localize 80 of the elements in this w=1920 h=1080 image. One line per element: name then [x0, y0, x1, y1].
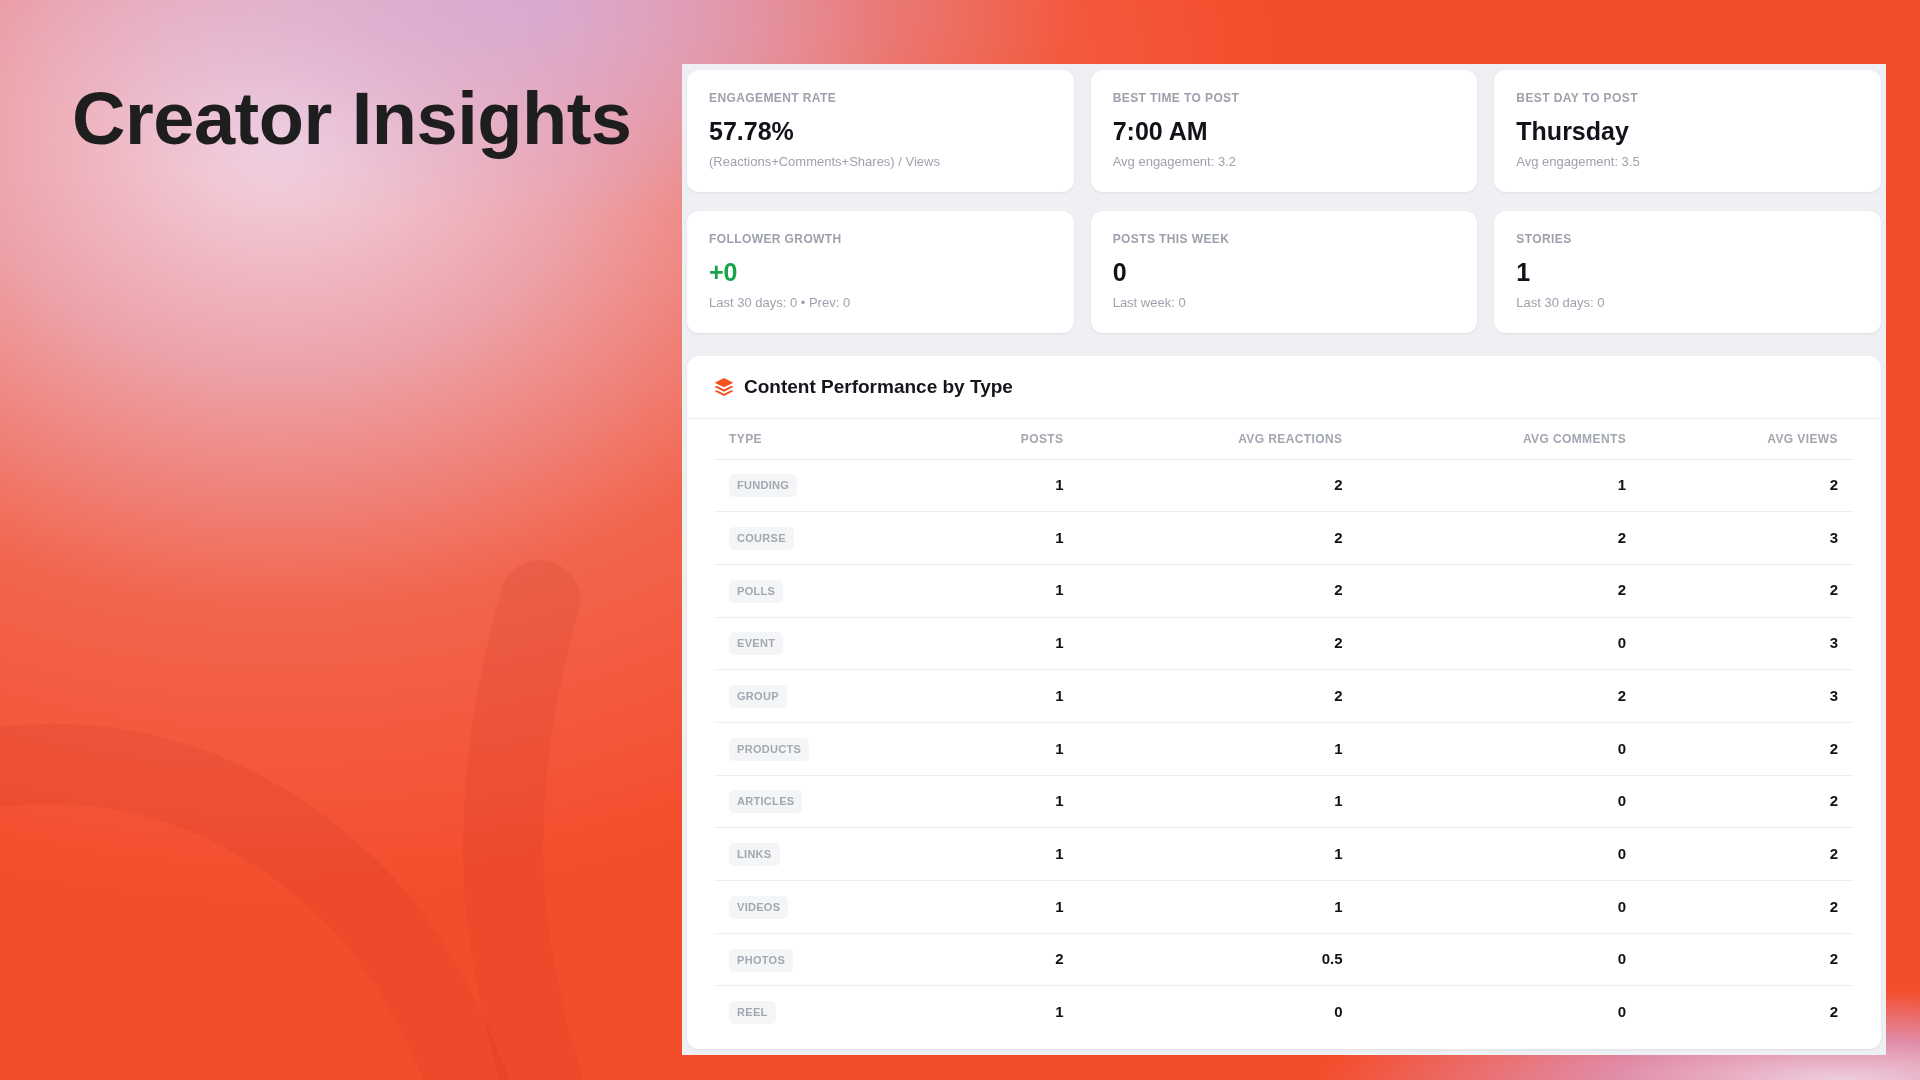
- column-header: AVG REACTIONS: [1078, 419, 1358, 459]
- stat-label: BEST TIME TO POST: [1112, 90, 1241, 106]
- table-cell: 0: [1357, 933, 1642, 986]
- table-title: Content Performance by Type: [744, 374, 1013, 399]
- stat-note: Last week: 0: [1112, 294, 1187, 312]
- table-cell: 1: [907, 827, 1079, 881]
- table-cell: 1: [907, 564, 1079, 618]
- table-cell: 0.5: [1078, 933, 1358, 986]
- content-type-tag: EVENT: [729, 632, 784, 656]
- table-cell: 0: [1078, 985, 1358, 1039]
- table-cell: 3: [1641, 669, 1853, 723]
- content-type-tag: REEL: [729, 1001, 776, 1025]
- table-cell: 1: [907, 722, 1079, 776]
- table-cell: 2: [1641, 459, 1853, 512]
- stat-value: 0: [1112, 257, 1128, 287]
- table-cell: 1: [1078, 827, 1358, 881]
- stat-value: 1: [1516, 257, 1532, 287]
- stat-value: 7:00 AM: [1112, 116, 1209, 146]
- content-type-tag: PRODUCTS: [729, 737, 810, 761]
- table-cell: 1: [907, 669, 1079, 723]
- layers-icon: [714, 378, 734, 396]
- table-cell: 0: [1357, 722, 1642, 776]
- table-cell: 2: [907, 933, 1079, 986]
- column-header: TYPE: [714, 419, 908, 459]
- stat-note: Avg engagement: 3.2: [1112, 153, 1237, 171]
- content-type-tag: PHOTOS: [729, 948, 794, 972]
- stat-value: Thursday: [1516, 116, 1630, 146]
- table-cell: 2: [1641, 880, 1853, 934]
- table-cell: 2: [1078, 617, 1358, 670]
- content-type-tag: ARTICLES: [729, 790, 803, 814]
- table-cell: 0: [1357, 617, 1642, 670]
- stat-label: ENGAGEMENT RATE: [709, 90, 838, 106]
- table-cell: 3: [1641, 511, 1853, 565]
- stat-label: FOLLOWER GROWTH: [709, 231, 843, 247]
- stat-note: Last 30 days: 0 • Prev: 0: [709, 294, 852, 312]
- content-type-tag: LINKS: [729, 843, 780, 867]
- content-type-tag: POLLS: [729, 579, 784, 603]
- table-cell: 3: [1641, 617, 1853, 670]
- stat-label: STORIES: [1516, 231, 1573, 247]
- stat-label: POSTS THIS WEEK: [1112, 231, 1231, 247]
- table-cell: 1: [1357, 459, 1642, 512]
- table-cell: 1: [907, 775, 1079, 828]
- table-cell: 0: [1357, 775, 1642, 828]
- column-header: AVG VIEWS: [1641, 419, 1853, 459]
- table-cell: 1: [1078, 880, 1358, 934]
- table-cell: 0: [1357, 985, 1642, 1039]
- table-cell: 1: [907, 511, 1079, 565]
- stat-note: Avg engagement: 3.5: [1516, 153, 1641, 171]
- stat-value: 57.78%: [709, 116, 795, 146]
- table-cell: 1: [907, 617, 1079, 670]
- table-cell: 1: [1078, 722, 1358, 776]
- table-cell: 2: [1357, 564, 1642, 618]
- table-cell: 2: [1641, 933, 1853, 986]
- table-cell: 2: [1641, 985, 1853, 1039]
- table-cell: 2: [1641, 564, 1853, 618]
- table-cell: 2: [1641, 722, 1853, 776]
- table-cell: 2: [1357, 669, 1642, 723]
- stat-label: BEST DAY TO POST: [1516, 90, 1639, 106]
- table-cell: 2: [1641, 827, 1853, 881]
- table-cell: 1: [907, 880, 1079, 934]
- table-cell: 1: [907, 985, 1079, 1039]
- table-cell: 1: [1078, 775, 1358, 828]
- content-type-tag: VIDEOS: [729, 895, 789, 919]
- content-type-tag: FUNDING: [729, 474, 798, 498]
- stat-note: (Reactions+Comments+Shares) / Views: [709, 153, 941, 171]
- column-header: POSTS: [907, 419, 1079, 459]
- table-cell: 2: [1078, 459, 1358, 512]
- stat-value: +0: [709, 257, 739, 287]
- table-cell: 2: [1641, 775, 1853, 828]
- table-cell: 2: [1078, 669, 1358, 723]
- table-cell: 0: [1357, 880, 1642, 934]
- table-cell: 2: [1078, 564, 1358, 618]
- column-header: AVG COMMENTS: [1357, 419, 1642, 459]
- table-cell: 0: [1357, 827, 1642, 881]
- table-cell: 2: [1078, 511, 1358, 565]
- content-type-tag: GROUP: [729, 685, 787, 709]
- table-cell: 2: [1357, 511, 1642, 565]
- stat-note: Last 30 days: 0: [1516, 294, 1606, 312]
- content-type-tag: COURSE: [729, 527, 794, 551]
- table-cell: 1: [907, 459, 1079, 512]
